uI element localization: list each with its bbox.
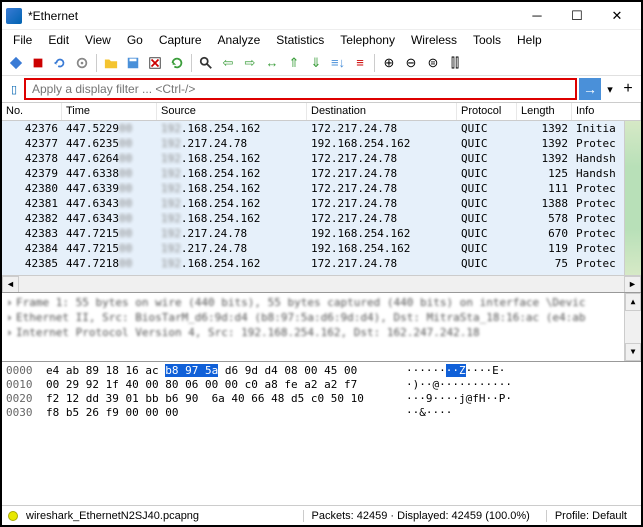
hex-row[interactable]: 0020f2 12 dd 39 01 bb b6 90 6a 40 66 48 … bbox=[6, 392, 637, 406]
options-icon[interactable] bbox=[72, 53, 92, 73]
packet-details-pane[interactable]: ›Frame 1: 55 bytes on wire (440 bits), 5… bbox=[2, 292, 641, 362]
minimize-button[interactable]: ─ bbox=[517, 4, 557, 28]
close-button[interactable]: ✕ bbox=[597, 4, 637, 28]
hscroll-right-icon[interactable]: ► bbox=[624, 276, 641, 293]
hex-row[interactable]: 001000 29 92 1f 40 00 80 06 00 00 c0 a8 … bbox=[6, 378, 637, 392]
status-profile[interactable]: Profile: Default bbox=[546, 510, 635, 522]
capture-file-label: wireshark_EthernetN2SJ40.pcapng bbox=[26, 510, 199, 522]
auto-scroll-icon[interactable]: ≡↓ bbox=[328, 53, 348, 73]
add-filter-button[interactable]: + bbox=[619, 78, 637, 100]
col-no[interactable]: No. bbox=[2, 103, 62, 120]
details-scrollbar[interactable] bbox=[624, 293, 641, 361]
col-proto[interactable]: Protocol bbox=[457, 103, 517, 120]
bookmark-filter-icon[interactable]: ▯ bbox=[6, 78, 22, 100]
table-row[interactable]: 42376447.522900192.168.254.162172.217.24… bbox=[2, 121, 641, 136]
col-src[interactable]: Source bbox=[157, 103, 307, 120]
resize-columns-icon[interactable]: ⫿⫿ bbox=[445, 53, 465, 73]
packet-bytes-pane[interactable]: 0000e4 ab 89 18 16 ac b8 97 5a d6 9d d4 … bbox=[2, 362, 641, 505]
table-row[interactable]: 42383447.721500192.217.24.78192.168.254.… bbox=[2, 226, 641, 241]
menu-go[interactable]: Go bbox=[120, 31, 150, 49]
colorize-icon[interactable]: ≡ bbox=[350, 53, 370, 73]
apply-filter-button[interactable]: → bbox=[579, 78, 601, 100]
menu-analyze[interactable]: Analyze bbox=[211, 31, 268, 49]
zoom-reset-icon[interactable]: ⊜ bbox=[423, 53, 443, 73]
statusbar: wireshark_EthernetN2SJ40.pcapng Packets:… bbox=[2, 505, 641, 525]
table-row[interactable]: 42381447.634300192.168.254.162172.217.24… bbox=[2, 196, 641, 211]
hex-row[interactable]: 0000e4 ab 89 18 16 ac b8 97 5a d6 9d d4 … bbox=[6, 364, 637, 378]
table-row[interactable]: 42380447.633900192.168.254.162172.217.24… bbox=[2, 181, 641, 196]
zoom-in-icon[interactable]: ⊕ bbox=[379, 53, 399, 73]
col-len[interactable]: Length bbox=[517, 103, 572, 120]
detail-row[interactable]: ›Frame 1: 55 bytes on wire (440 bits), 5… bbox=[6, 295, 637, 310]
menu-capture[interactable]: Capture bbox=[152, 31, 209, 49]
goto-first-icon[interactable]: ⇑ bbox=[284, 53, 304, 73]
main-window: *Ethernet ─ ☐ ✕ File Edit View Go Captur… bbox=[0, 0, 643, 527]
start-capture-icon[interactable] bbox=[6, 53, 26, 73]
filter-toolbar: ▯ → ▾ + bbox=[2, 76, 641, 102]
maximize-button[interactable]: ☐ bbox=[557, 4, 597, 28]
zoom-out-icon[interactable]: ⊖ bbox=[401, 53, 421, 73]
col-time[interactable]: Time bbox=[62, 103, 157, 120]
prev-packet-icon[interactable]: ⇦ bbox=[218, 53, 238, 73]
packet-list-scrollbar[interactable] bbox=[624, 121, 641, 275]
menu-statistics[interactable]: Statistics bbox=[269, 31, 331, 49]
table-row[interactable]: 42385447.721800192.168.254.162172.217.24… bbox=[2, 256, 641, 271]
close-file-icon[interactable] bbox=[145, 53, 165, 73]
table-row[interactable]: 42377447.623500192.217.24.78192.168.254.… bbox=[2, 136, 641, 151]
packet-list-pane: No. Time Source Destination Protocol Len… bbox=[2, 102, 641, 292]
packet-list-hscroll[interactable]: ◄ ► bbox=[2, 275, 641, 292]
status-packets: Packets: 42459 · Displayed: 42459 (100.0… bbox=[303, 510, 538, 522]
goto-packet-icon[interactable]: ↔ bbox=[262, 53, 282, 73]
detail-row[interactable]: ›Internet Protocol Version 4, Src: 192.1… bbox=[6, 325, 637, 340]
filter-history-dropdown[interactable]: ▾ bbox=[603, 78, 617, 100]
reload-icon[interactable] bbox=[167, 53, 187, 73]
menu-tools[interactable]: Tools bbox=[466, 31, 508, 49]
table-row[interactable]: 42384447.721500192.217.24.78192.168.254.… bbox=[2, 241, 641, 256]
expert-info-icon[interactable] bbox=[8, 511, 18, 521]
menu-file[interactable]: File bbox=[6, 31, 39, 49]
table-row[interactable]: 42382447.634300192.168.254.162172.217.24… bbox=[2, 211, 641, 226]
col-dst[interactable]: Destination bbox=[307, 103, 457, 120]
stop-capture-icon[interactable] bbox=[28, 53, 48, 73]
restart-capture-icon[interactable] bbox=[50, 53, 70, 73]
titlebar: *Ethernet ─ ☐ ✕ bbox=[2, 2, 641, 30]
menubar: File Edit View Go Capture Analyze Statis… bbox=[2, 30, 641, 50]
open-file-icon[interactable] bbox=[101, 53, 121, 73]
detail-row[interactable]: ›Ethernet II, Src: BiosTarM_d6:9d:d4 (b8… bbox=[6, 310, 637, 325]
toolbar: ⇦ ⇨ ↔ ⇑ ⇓ ≡↓ ≡ ⊕ ⊖ ⊜ ⫿⫿ bbox=[2, 50, 641, 76]
save-file-icon[interactable] bbox=[123, 53, 143, 73]
table-row[interactable]: 42379447.633800192.168.254.162172.217.24… bbox=[2, 166, 641, 181]
hscroll-left-icon[interactable]: ◄ bbox=[2, 276, 19, 293]
packet-list-header: No. Time Source Destination Protocol Len… bbox=[2, 103, 641, 121]
packet-list-body[interactable]: 42376447.522900192.168.254.162172.217.24… bbox=[2, 121, 641, 275]
menu-help[interactable]: Help bbox=[510, 31, 549, 49]
find-icon[interactable] bbox=[196, 53, 216, 73]
col-info[interactable]: Info bbox=[572, 103, 641, 120]
next-packet-icon[interactable]: ⇨ bbox=[240, 53, 260, 73]
window-title: *Ethernet bbox=[28, 9, 517, 23]
display-filter-input[interactable] bbox=[24, 78, 577, 100]
menu-edit[interactable]: Edit bbox=[41, 31, 76, 49]
app-icon bbox=[6, 8, 22, 24]
menu-telephony[interactable]: Telephony bbox=[333, 31, 402, 49]
goto-last-icon[interactable]: ⇓ bbox=[306, 53, 326, 73]
table-row[interactable]: 42378447.626400192.168.254.162172.217.24… bbox=[2, 151, 641, 166]
menu-view[interactable]: View bbox=[78, 31, 118, 49]
hex-row[interactable]: 0030f8 b5 26 f9 00 00 00··&···· bbox=[6, 406, 637, 420]
menu-wireless[interactable]: Wireless bbox=[404, 31, 464, 49]
